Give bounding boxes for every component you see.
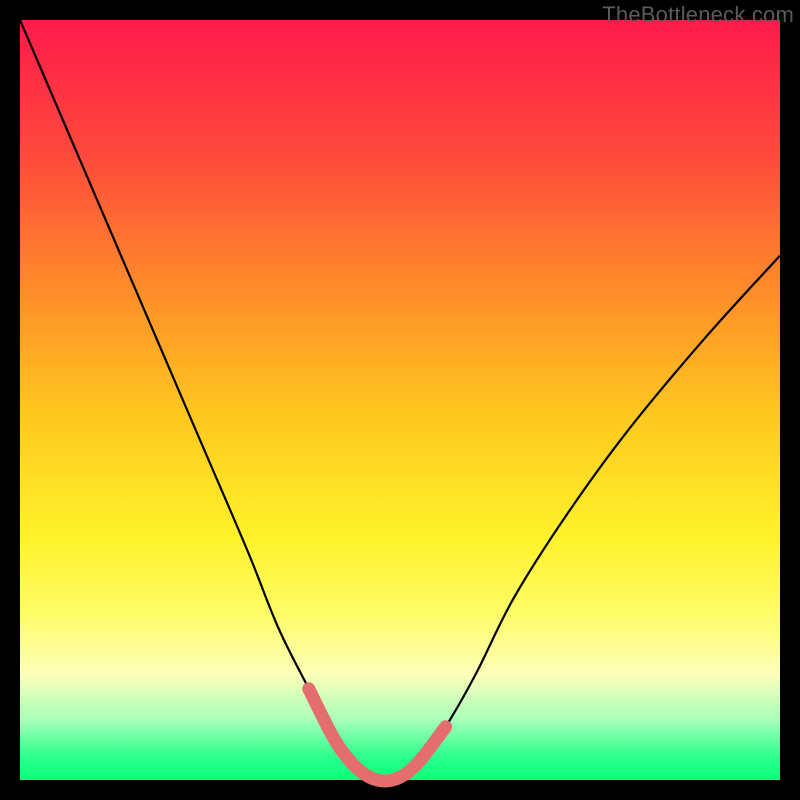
watermark-text: TheBottleneck.com <box>602 2 794 28</box>
chart-svg <box>20 20 780 780</box>
bottleneck-curve <box>20 20 780 781</box>
chart-frame <box>20 20 780 780</box>
optimal-range-highlight <box>309 689 446 781</box>
